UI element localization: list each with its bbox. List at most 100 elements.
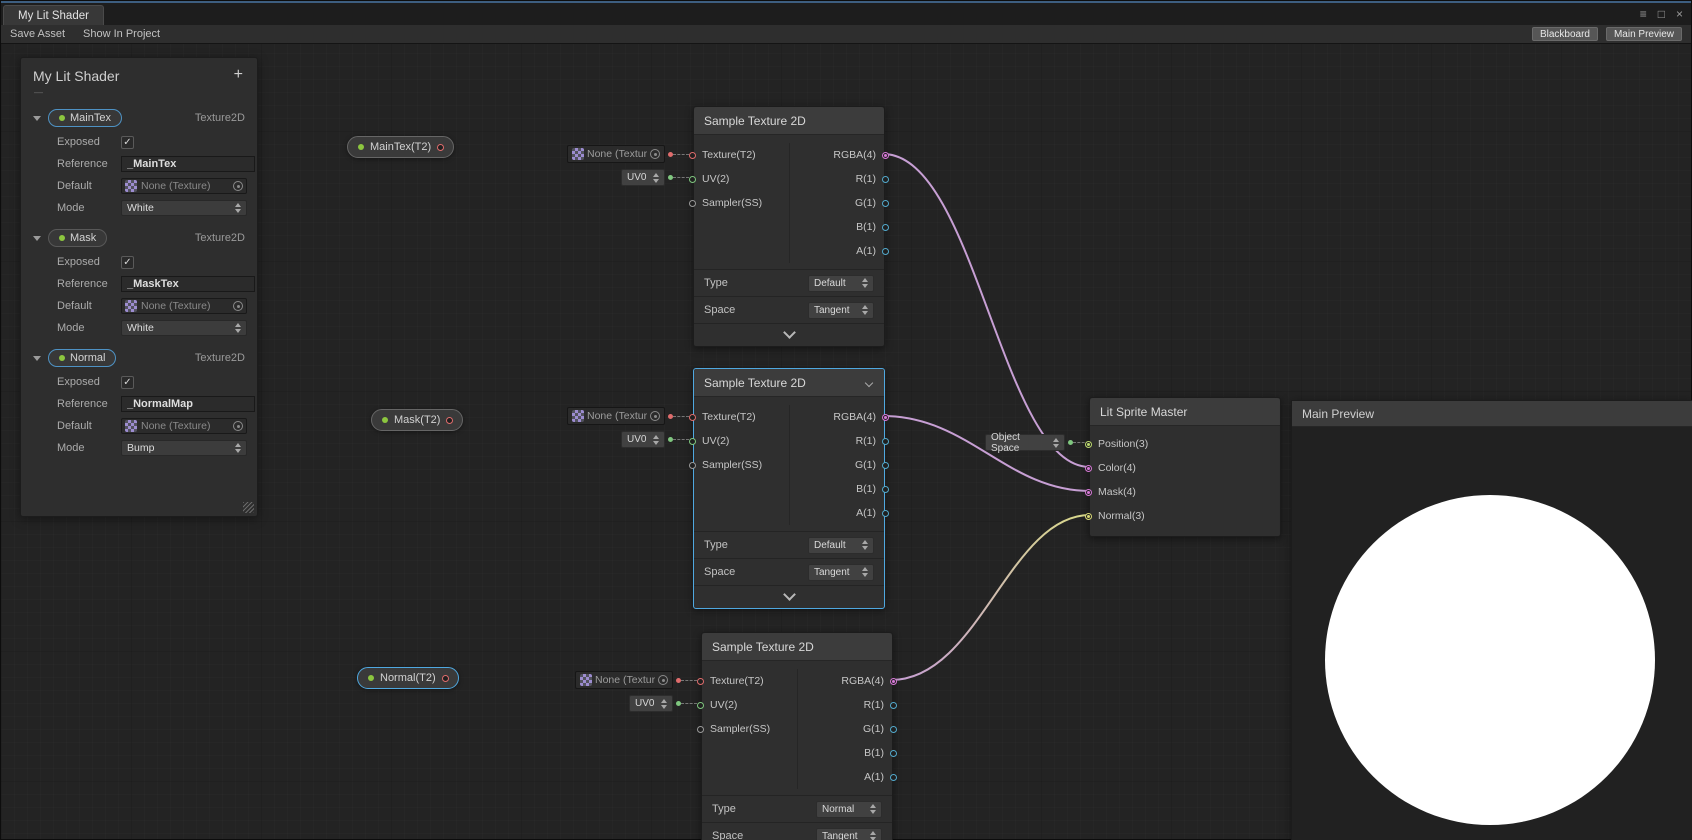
edge-rgba-to-mask[interactable] [883,416,1090,491]
default-texture-field[interactable]: None (Texture) [121,418,247,434]
texture-output-port[interactable] [446,417,453,424]
preview-viewport[interactable] [1292,427,1692,840]
b-output-port[interactable] [882,486,889,493]
resize-handle[interactable] [243,502,254,513]
property-pill[interactable]: MainTex [48,109,122,127]
texture-default-widget[interactable]: None (Texture) [567,407,689,425]
node-title[interactable]: Lit Sprite Master [1090,398,1280,426]
property-node-normal[interactable]: Normal(T2) [357,667,459,689]
uv-channel-widget[interactable]: UV0 [629,695,697,712]
save-asset-button[interactable]: Save Asset [10,28,65,40]
g-output-port[interactable] [890,726,897,733]
color-input-port[interactable] [1085,465,1092,472]
g-output-port[interactable] [882,462,889,469]
mode-dropdown[interactable]: Bump [121,440,247,456]
property-node-mask[interactable]: Mask(T2) [371,409,463,431]
mode-dropdown[interactable]: White [121,320,247,336]
texture-default-widget[interactable]: None (Texture) [575,671,697,689]
add-property-button[interactable]: + [230,68,247,82]
texture-object-field[interactable]: None (Texture) [575,671,673,689]
exposed-checkbox[interactable]: ✓ [121,256,134,269]
window-tab[interactable]: My Lit Shader [3,5,104,25]
uv-channel-widget[interactable]: UV0 [621,169,689,186]
b-output-port[interactable] [890,750,897,757]
uv-dropdown[interactable]: UV0 [621,169,665,186]
uv-input-port[interactable] [689,176,696,183]
space-dropdown[interactable]: Tangent [808,302,874,319]
texture-output-port[interactable] [442,675,449,682]
object-picker-icon[interactable] [233,421,243,431]
close-icon[interactable]: × [1676,7,1683,21]
position-input-port[interactable] [1085,441,1092,448]
reference-field[interactable] [121,396,255,412]
object-picker-icon[interactable] [650,411,660,421]
object-picker-icon[interactable] [650,149,660,159]
g-output-port[interactable] [882,200,889,207]
exposed-checkbox[interactable]: ✓ [121,376,134,389]
preview-title[interactable]: Main Preview [1292,401,1692,427]
property-pill[interactable]: Mask [48,229,107,247]
sample-texture-2d-node-2[interactable]: Sample Texture 2D Texture(T2) UV(2) Samp… [693,368,885,609]
space-dropdown[interactable]: Tangent [808,564,874,581]
uv-dropdown[interactable]: UV0 [629,695,673,712]
foldout-arrow-icon[interactable] [33,116,41,121]
reference-field[interactable] [121,276,255,292]
chevron-down-icon[interactable] [865,378,873,386]
exposed-checkbox[interactable]: ✓ [121,136,134,149]
normal-input-port[interactable] [1085,513,1092,520]
texture-object-field[interactable]: None (Texture) [567,407,665,425]
property-pill[interactable]: Normal [48,349,116,367]
sample-texture-2d-node-3[interactable]: Sample Texture 2D Texture(T2) UV(2) Samp… [701,632,893,840]
b-output-port[interactable] [882,224,889,231]
uv-input-port[interactable] [697,702,704,709]
foldout-arrow-icon[interactable] [33,236,41,241]
collapse-button[interactable] [694,586,884,608]
sampler-input-port[interactable] [689,462,696,469]
a-output-port[interactable] [882,510,889,517]
position-space-widget[interactable]: Object Space [985,434,1089,451]
space-dropdown[interactable]: Object Space [985,434,1065,451]
uv-dropdown[interactable]: UV0 [621,431,665,448]
main-preview-toggle-button[interactable]: Main Preview [1606,27,1682,41]
type-dropdown[interactable]: Normal [816,801,882,818]
texture-input-port[interactable] [689,414,696,421]
maximize-icon[interactable]: □ [1658,7,1665,21]
uv-channel-widget[interactable]: UV0 [621,431,689,448]
texture-input-port[interactable] [689,152,696,159]
a-output-port[interactable] [890,774,897,781]
a-output-port[interactable] [882,248,889,255]
default-texture-field[interactable]: None (Texture) [121,298,247,314]
foldout-arrow-icon[interactable] [33,356,41,361]
space-dropdown[interactable]: Tangent [816,828,882,840]
uv-input-port[interactable] [689,438,696,445]
object-picker-icon[interactable] [233,301,243,311]
type-dropdown[interactable]: Default [808,275,874,292]
texture-input-port[interactable] [697,678,704,685]
graph-canvas[interactable]: MainTex(T2) Mask(T2) Normal(T2) None (Te… [1,1,1691,839]
property-node-maintex[interactable]: MainTex(T2) [347,136,454,158]
sample-texture-2d-node-1[interactable]: Sample Texture 2D Texture(T2) UV(2) Samp… [693,106,885,347]
rgba-output-port[interactable] [882,414,889,421]
edge-rgba-to-normal[interactable] [891,515,1090,680]
edge-rgba-to-color[interactable] [883,154,1090,467]
r-output-port[interactable] [890,702,897,709]
rgba-output-port[interactable] [882,152,889,159]
r-output-port[interactable] [882,176,889,183]
collapse-button[interactable] [694,324,884,346]
object-picker-icon[interactable] [233,181,243,191]
lit-sprite-master-node[interactable]: Lit Sprite Master Position(3) Color(4) M… [1089,397,1281,537]
sampler-input-port[interactable] [689,200,696,207]
node-title[interactable]: Sample Texture 2D [702,633,892,661]
texture-default-widget[interactable]: None (Texture) [567,145,689,163]
show-in-project-button[interactable]: Show In Project [83,28,160,40]
node-title[interactable]: Sample Texture 2D [694,369,884,397]
texture-output-port[interactable] [437,144,444,151]
r-output-port[interactable] [882,438,889,445]
reference-field[interactable] [121,156,255,172]
blackboard-toggle-button[interactable]: Blackboard [1532,27,1598,41]
menu-icon[interactable]: ≡ [1640,7,1647,21]
mask-input-port[interactable] [1085,489,1092,496]
object-picker-icon[interactable] [658,675,668,685]
sampler-input-port[interactable] [697,726,704,733]
mode-dropdown[interactable]: White [121,200,247,216]
